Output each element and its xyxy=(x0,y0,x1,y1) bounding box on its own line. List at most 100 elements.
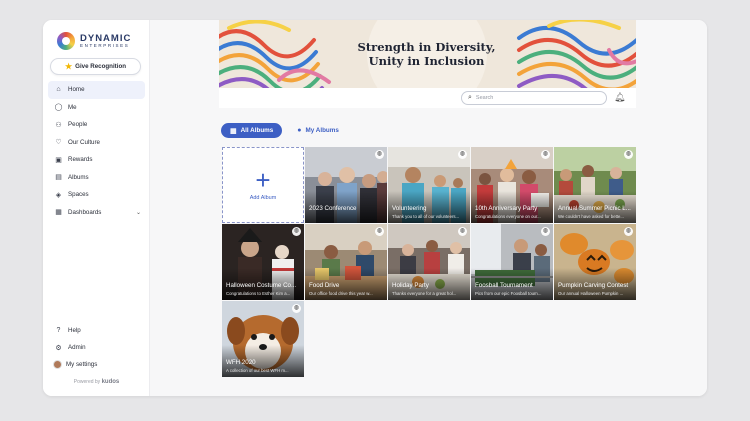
album-title: WFH 2020 xyxy=(226,359,256,366)
powered-by-brand: kudos xyxy=(101,379,120,385)
help-icon: ? xyxy=(56,327,61,334)
globe-icon: ◍ xyxy=(458,227,467,236)
sidebar-bottom-nav: ? Help ⚙ Admin My settings xyxy=(48,322,145,373)
album-title: Food Drive xyxy=(309,282,340,289)
search-icon: ⌕ xyxy=(468,94,472,101)
add-album-button[interactable]: + Add Album xyxy=(222,147,304,223)
sidebar-item-label: Help xyxy=(68,327,81,334)
album-description: Our annual Halloween Pumpkin ... xyxy=(558,291,624,296)
sidebar-item-me[interactable]: ◯ Me xyxy=(48,99,145,117)
powered-by-label: Powered by xyxy=(73,379,101,385)
album-description: Thanks everyone for a great hol... xyxy=(392,291,457,296)
grid-icon: ▦ xyxy=(230,127,237,135)
people-icon: ⚇ xyxy=(55,121,62,129)
sidebar-item-home[interactable]: ⌂ Home xyxy=(48,81,145,99)
sidebar-item-label: Admin xyxy=(68,344,86,351)
sidebar-item-albums[interactable]: ▤ Albums xyxy=(48,169,145,187)
globe-icon: ◍ xyxy=(624,150,633,159)
album-description: Congratulations to Esther Kim a... xyxy=(226,291,291,296)
sidebar-item-label: Rewards xyxy=(68,156,93,164)
album-description: We couldn't have asked for bette... xyxy=(558,214,624,219)
album-description: A collection of our best WFH m... xyxy=(226,368,289,373)
heart-icon: ♡ xyxy=(55,139,62,147)
sidebar-item-label: Me xyxy=(68,103,77,111)
tab-all-albums[interactable]: ▦ All Albums xyxy=(221,123,283,138)
top-bar: ⌕ Search 🔔︎ xyxy=(219,88,636,108)
gear-icon: ⚙ xyxy=(55,344,62,352)
give-recognition-button[interactable]: ★ Give Recognition xyxy=(50,58,141,75)
album-card[interactable]: ◍ Food Drive Our office food drive this … xyxy=(305,224,387,300)
sidebar-item-label: Dashboards xyxy=(68,208,102,216)
dashboard-icon: ▦ xyxy=(55,209,62,217)
photo-icon: ▤ xyxy=(55,174,62,182)
album-description: Congratulations everyone on our... xyxy=(475,214,541,219)
album-card[interactable]: ◍ Foosball Tournament Pics from our epic… xyxy=(471,224,553,300)
album-title: Foosball Tournament xyxy=(475,282,533,289)
star-icon: ★ xyxy=(64,62,73,71)
brand-logo[interactable]: DYNAMIC ENTERPRISES xyxy=(57,32,131,50)
sidebar-item-label: Albums xyxy=(68,173,89,181)
album-card[interactable]: ◍ Holiday Party Thanks everyone for a gr… xyxy=(388,224,470,300)
globe-icon: ◍ xyxy=(541,150,550,159)
tab-my-albums[interactable]: ● My Albums xyxy=(288,123,348,138)
user-icon: ◯ xyxy=(54,104,63,112)
sidebar-item-my-settings[interactable]: My settings xyxy=(48,356,145,373)
album-title: Halloween Costume Co... xyxy=(226,282,297,289)
banner-line-1: Strength in Diversity, xyxy=(357,40,496,54)
app-window: DYNAMIC ENTERPRISES ★ Give Recognition ⌂… xyxy=(43,20,707,396)
sidebar-item-help[interactable]: ? Help xyxy=(48,322,145,339)
globe-icon: ◍ xyxy=(458,150,467,159)
globe-icon: ◍ xyxy=(624,227,633,236)
plus-icon: + xyxy=(255,165,271,195)
hero-banner: Strength in Diversity, Unity in Inclusio… xyxy=(219,20,636,88)
avatar xyxy=(53,360,62,369)
album-card[interactable]: ◍ Pumpkin Carving Contest Our annual Hal… xyxy=(554,224,636,300)
album-description: Our office food drive this year w... xyxy=(309,291,373,296)
album-title: 2023 Conference xyxy=(309,205,357,212)
sidebar-item-our-culture[interactable]: ♡ Our Culture xyxy=(48,134,145,152)
globe-icon: ◍ xyxy=(375,227,384,236)
banner-line-2: Unity in Inclusion xyxy=(368,54,485,68)
sidebar-item-label: My settings xyxy=(66,361,98,368)
album-tabs: ▦ All Albums ● My Albums xyxy=(221,123,348,138)
globe-icon: ◍ xyxy=(292,304,301,313)
layers-icon: ◈ xyxy=(55,191,62,199)
sidebar-item-label: People xyxy=(68,121,88,129)
sidebar-item-people[interactable]: ⚇ People xyxy=(48,116,145,134)
brand-subtitle: ENTERPRISES xyxy=(80,43,130,48)
give-recognition-label: Give Recognition xyxy=(75,63,127,70)
album-description: Pics from our epic Foosball tourn... xyxy=(475,291,542,296)
powered-by: Powered by kudos xyxy=(43,379,150,385)
globe-icon: ◍ xyxy=(541,227,550,236)
sidebar-nav: ⌂ Home ◯ Me ⚇ People ♡ Our Culture ▣ Rew… xyxy=(48,81,145,221)
album-card[interactable]: ◍ 2023 Conference xyxy=(305,147,387,223)
album-card[interactable]: ◍ WFH 2020 A collection of our best WFH … xyxy=(222,301,304,377)
album-card[interactable]: ◍ Annual Summer Picnic L... We couldn't … xyxy=(554,147,636,223)
brand-name: DYNAMIC xyxy=(80,32,132,44)
sidebar-item-spaces[interactable]: ◈ Spaces xyxy=(48,186,145,204)
sidebar-item-rewards[interactable]: ▣ Rewards xyxy=(48,151,145,169)
sidebar: DYNAMIC ENTERPRISES ★ Give Recognition ⌂… xyxy=(43,20,150,396)
chevron-down-icon[interactable]: ⌄ xyxy=(136,209,141,216)
sidebar-item-label: Home xyxy=(68,86,85,94)
sidebar-item-dashboards[interactable]: ▦ Dashboards ⌄ xyxy=(48,204,145,222)
globe-icon: ◍ xyxy=(375,150,384,159)
bell-icon[interactable]: 🔔︎ xyxy=(614,92,625,103)
album-title: Volunteering xyxy=(392,205,427,212)
album-title: Holiday Party xyxy=(392,282,429,289)
sidebar-item-admin[interactable]: ⚙ Admin xyxy=(48,339,145,356)
album-card[interactable]: ◍ 10th Anniversary Party Congratulations… xyxy=(471,147,553,223)
search-input[interactable]: ⌕ Search xyxy=(461,91,607,105)
sidebar-item-label: Our Culture xyxy=(68,138,100,146)
album-title: 10th Anniversary Party xyxy=(475,205,538,212)
home-icon: ⌂ xyxy=(56,86,61,94)
gift-icon: ▣ xyxy=(55,156,62,164)
globe-icon: ◍ xyxy=(292,227,301,236)
main-content: Strength in Diversity, Unity in Inclusio… xyxy=(150,20,707,396)
album-card[interactable]: ◍ Volunteering Thank you to all of our v… xyxy=(388,147,470,223)
album-title: Pumpkin Carving Contest xyxy=(558,282,629,289)
album-title: Annual Summer Picnic L... xyxy=(558,205,631,212)
sidebar-item-label: Spaces xyxy=(68,191,89,199)
album-card[interactable]: ◍ Halloween Costume Co... Congratulation… xyxy=(222,224,304,300)
add-album-label: Add Album xyxy=(249,195,277,201)
